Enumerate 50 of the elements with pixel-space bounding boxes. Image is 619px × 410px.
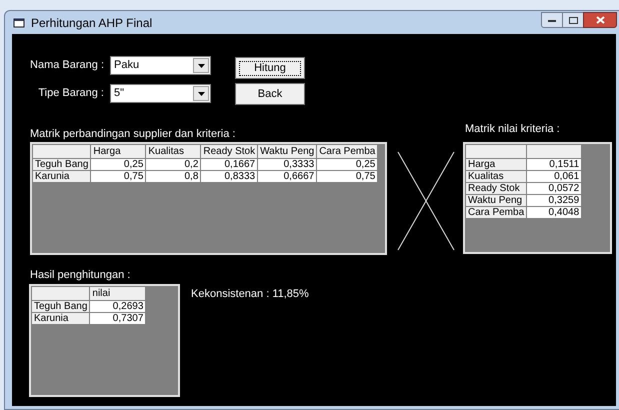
section-title: Matrik perbandingan supplier dan kriteria : xyxy=(30,127,236,142)
table-cell: 0,8 xyxy=(146,170,201,182)
column-header: Ready Stok xyxy=(200,144,258,158)
table-cell: 0,1667 xyxy=(200,158,258,170)
maximize-icon xyxy=(568,16,578,24)
table-cell: 0,25 xyxy=(90,158,146,170)
table-cell: 0,25 xyxy=(316,158,378,170)
minimize-icon xyxy=(548,18,556,22)
field-label: Tipe Barang : xyxy=(37,86,105,102)
row-header: Teguh Bang xyxy=(32,158,91,170)
close-icon xyxy=(596,16,604,24)
column-header: Cara Pemba xyxy=(316,144,378,158)
push-button[interactable]: Hitung xyxy=(235,57,305,79)
app-icon xyxy=(13,16,25,28)
column-header: nilai xyxy=(90,286,146,300)
table-cell: 0,8333 xyxy=(200,170,258,182)
column-header: Waktu Peng xyxy=(258,144,317,158)
row-header: Waktu Peng xyxy=(466,194,527,206)
minimize-button[interactable] xyxy=(541,12,563,28)
maximize-button[interactable] xyxy=(563,12,583,28)
close-button[interactable] xyxy=(583,12,617,28)
table-cell: 0,6667 xyxy=(258,170,317,182)
row-header: Cara Pemba xyxy=(466,206,527,218)
row-header: Karunia xyxy=(32,170,91,182)
field-label: Nama Barang : xyxy=(29,58,105,74)
push-button[interactable]: Back xyxy=(235,83,305,105)
row-header: Harga xyxy=(466,158,527,170)
row-header: Kualitas xyxy=(466,170,527,182)
dropdown-field[interactable]: 5" xyxy=(110,84,211,103)
row-header: Ready Stok xyxy=(466,182,527,194)
column-header: Harga xyxy=(90,144,146,158)
dropdown-field[interactable]: Paku xyxy=(110,56,211,75)
table-cell: 0,75 xyxy=(90,170,146,182)
table-cell: 0,1511 xyxy=(526,158,582,170)
column-header: Kualitas xyxy=(146,144,201,158)
table-cell: 0,0572 xyxy=(526,182,582,194)
table-cell: 0,7307 xyxy=(90,312,146,324)
table-cell: 0,4048 xyxy=(526,206,582,218)
table-cell: 0,061 xyxy=(526,170,582,182)
table-cell: 0,2693 xyxy=(90,300,146,312)
row-header: Teguh Bang xyxy=(32,300,90,312)
table-cell: 0,2 xyxy=(146,158,201,170)
section-title: Matrik nilai kriteria : xyxy=(465,122,560,137)
table-cell: 0,3333 xyxy=(258,158,317,170)
row-header: Karunia xyxy=(32,312,90,324)
window-title: Perhitungan AHP Final xyxy=(31,14,152,32)
table-cell: 0,75 xyxy=(316,170,378,182)
consistency-label: Kekonsistenan : 11,85% xyxy=(191,287,309,302)
table-cell: 0,3259 xyxy=(526,194,582,206)
section-title: Hasil penghitungan : xyxy=(30,268,130,283)
